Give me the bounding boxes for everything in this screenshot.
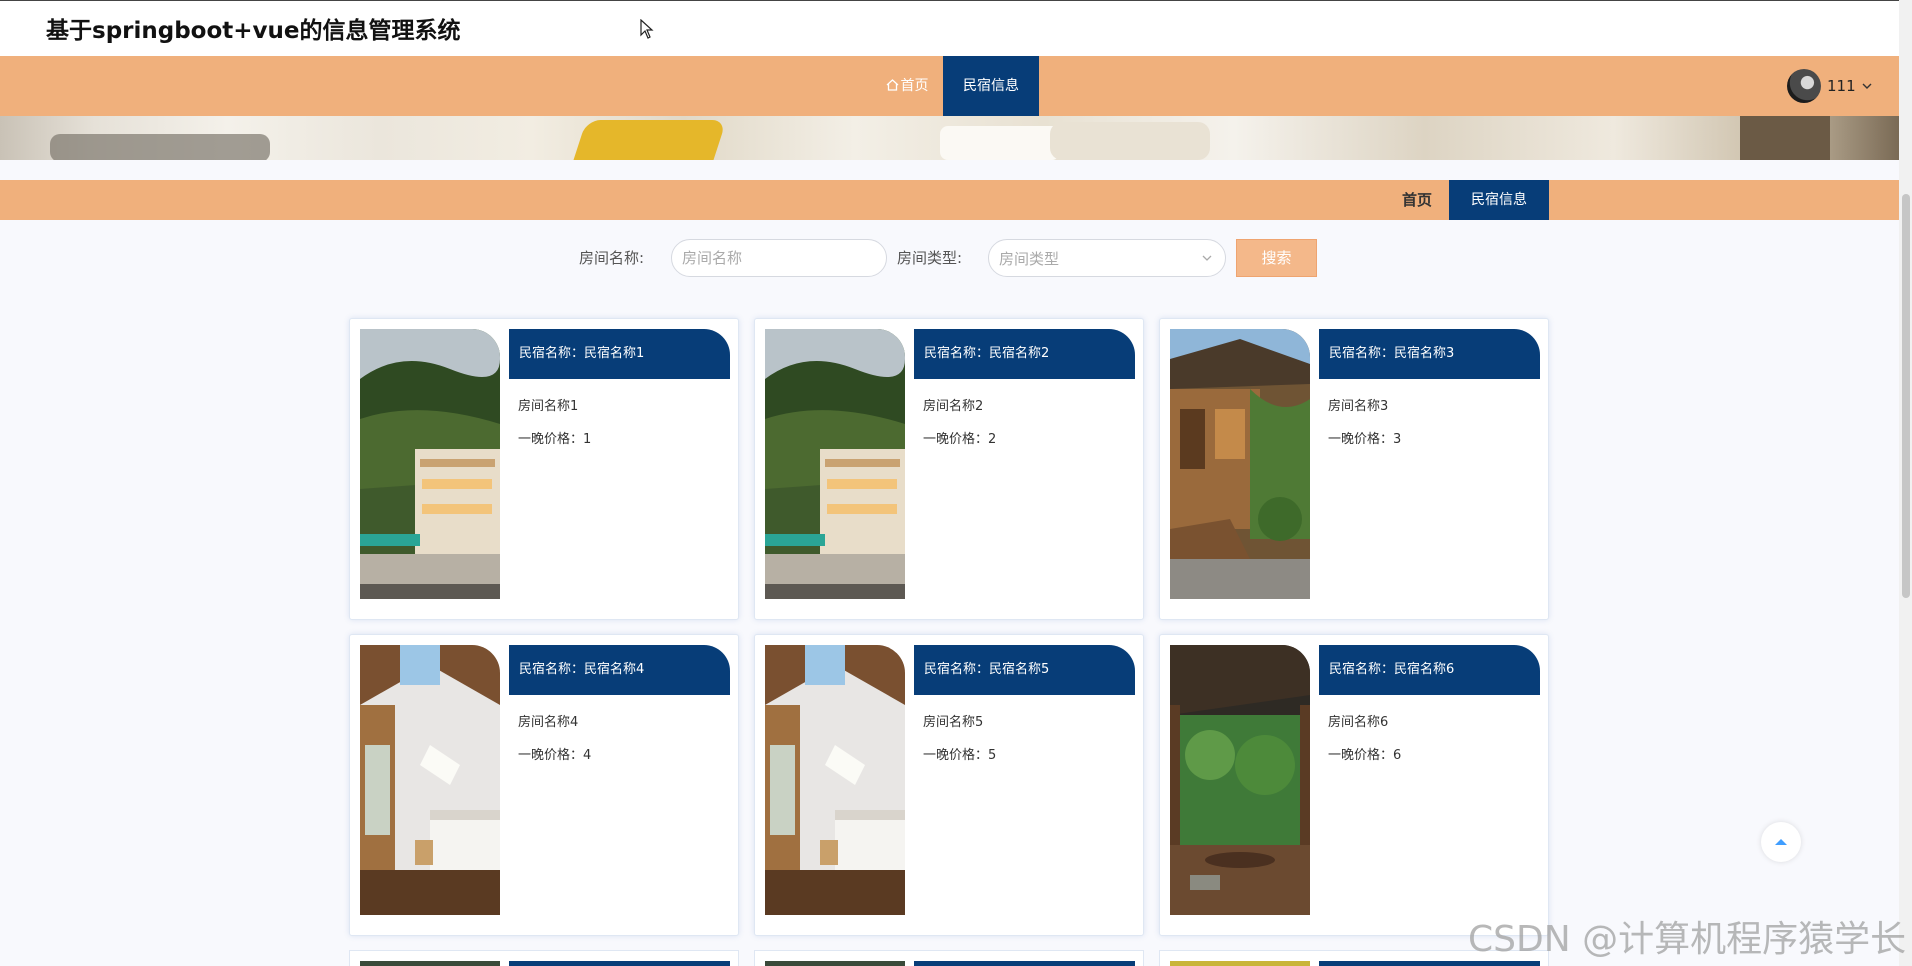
room-name-label: 房间名称: [579,249,645,267]
homestay-photo[interactable] [765,961,905,966]
room-type-label: 房间类型: [897,249,963,267]
scrollbar-thumb[interactable] [1902,194,1910,598]
nightly-price: 一晚价格：2 [923,432,997,447]
homestay-name: 民宿名称：民宿名称3 [1319,329,1540,379]
chevron-down-icon[interactable] [1862,81,1872,91]
homestay-photo[interactable] [1170,329,1310,599]
nightly-price: 一晚价格：3 [1328,432,1402,447]
caret-up-icon [1775,839,1787,845]
homestay-name: 民宿名称：民宿名称6 [1319,645,1540,695]
homestay-name-partial [509,961,730,966]
nightly-price: 一晚价格：1 [518,432,592,447]
chevron-down-icon [1202,255,1212,261]
mouse-cursor-icon [640,19,654,39]
watermark: CSDN @计算机程序猿学长 [1468,919,1907,960]
homestay-card[interactable]: 民宿名称：民宿名称5 房间名称5 一晚价格：5 [754,634,1144,936]
room-name: 房间名称2 [923,399,984,414]
user-name[interactable]: 111 [1827,77,1856,95]
homestay-photo[interactable] [765,645,905,915]
user-menu[interactable]: 111 [1787,68,1872,104]
homestay-card[interactable]: 民宿名称：民宿名称4 房间名称4 一晚价格：4 [349,634,739,936]
homestay-photo[interactable] [360,329,500,599]
title-bar: 基于springboot+vue的信息管理系统 [0,0,1899,56]
nightly-price: 一晚价格：4 [518,748,592,763]
room-name-input[interactable]: 房间名称 [671,239,887,277]
nav-home-label: 首页 [900,78,929,94]
breadcrumb-home[interactable]: 首页 [1385,180,1449,220]
home-icon [886,79,898,91]
nightly-price: 一晚价格：6 [1328,748,1402,763]
app-title: 基于springboot+vue的信息管理系统 [46,18,461,44]
homestay-name: 民宿名称：民宿名称1 [509,329,730,379]
avatar[interactable] [1787,69,1821,103]
top-nav: 首页 民宿信息 111 [0,56,1899,116]
back-to-top-button[interactable] [1761,822,1801,862]
homestay-name: 民宿名称：民宿名称4 [509,645,730,695]
room-name: 房间名称5 [923,715,984,730]
search-button[interactable]: 搜索 [1236,239,1317,277]
homestay-photo[interactable] [360,645,500,915]
nav-home[interactable]: 首页 [872,56,942,116]
homestay-photo[interactable] [1170,645,1310,915]
room-type-select[interactable]: 房间类型 [988,239,1226,277]
room-name: 房间名称1 [518,399,579,414]
homestay-card[interactable]: 民宿名称：民宿名称2 房间名称2 一晚价格：2 [754,318,1144,620]
homestay-name: 民宿名称：民宿名称2 [914,329,1135,379]
room-name: 房间名称3 [1328,399,1389,414]
search-form: 房间名称: 房间名称 房间类型: 房间类型 搜索 [0,238,1899,278]
breadcrumb-current: 民宿信息 [1449,180,1549,220]
homestay-card[interactable]: 民宿名称：民宿名称3 房间名称3 一晚价格：3 [1159,318,1549,620]
breadcrumb: 首页 民宿信息 [0,180,1899,220]
homestay-photo[interactable] [765,329,905,599]
nav-homestay-info[interactable]: 民宿信息 [943,56,1039,116]
room-type-placeholder: 房间类型 [999,249,1060,268]
homestay-card-partial[interactable] [349,950,739,966]
homestay-card[interactable]: 民宿名称：民宿名称1 房间名称1 一晚价格：1 [349,318,739,620]
banner-image [0,116,1899,160]
room-name: 房间名称6 [1328,715,1389,730]
homestay-card[interactable]: 民宿名称：民宿名称6 房间名称6 一晚价格：6 [1159,634,1549,936]
room-name-placeholder: 房间名称 [682,249,743,267]
homestay-photo[interactable] [1170,961,1310,966]
homestay-name-partial [914,961,1135,966]
room-name: 房间名称4 [518,715,579,730]
nightly-price: 一晚价格：5 [923,748,997,763]
homestay-name: 民宿名称：民宿名称5 [914,645,1135,695]
homestay-photo[interactable] [360,961,500,966]
homestay-card-partial[interactable] [754,950,1144,966]
